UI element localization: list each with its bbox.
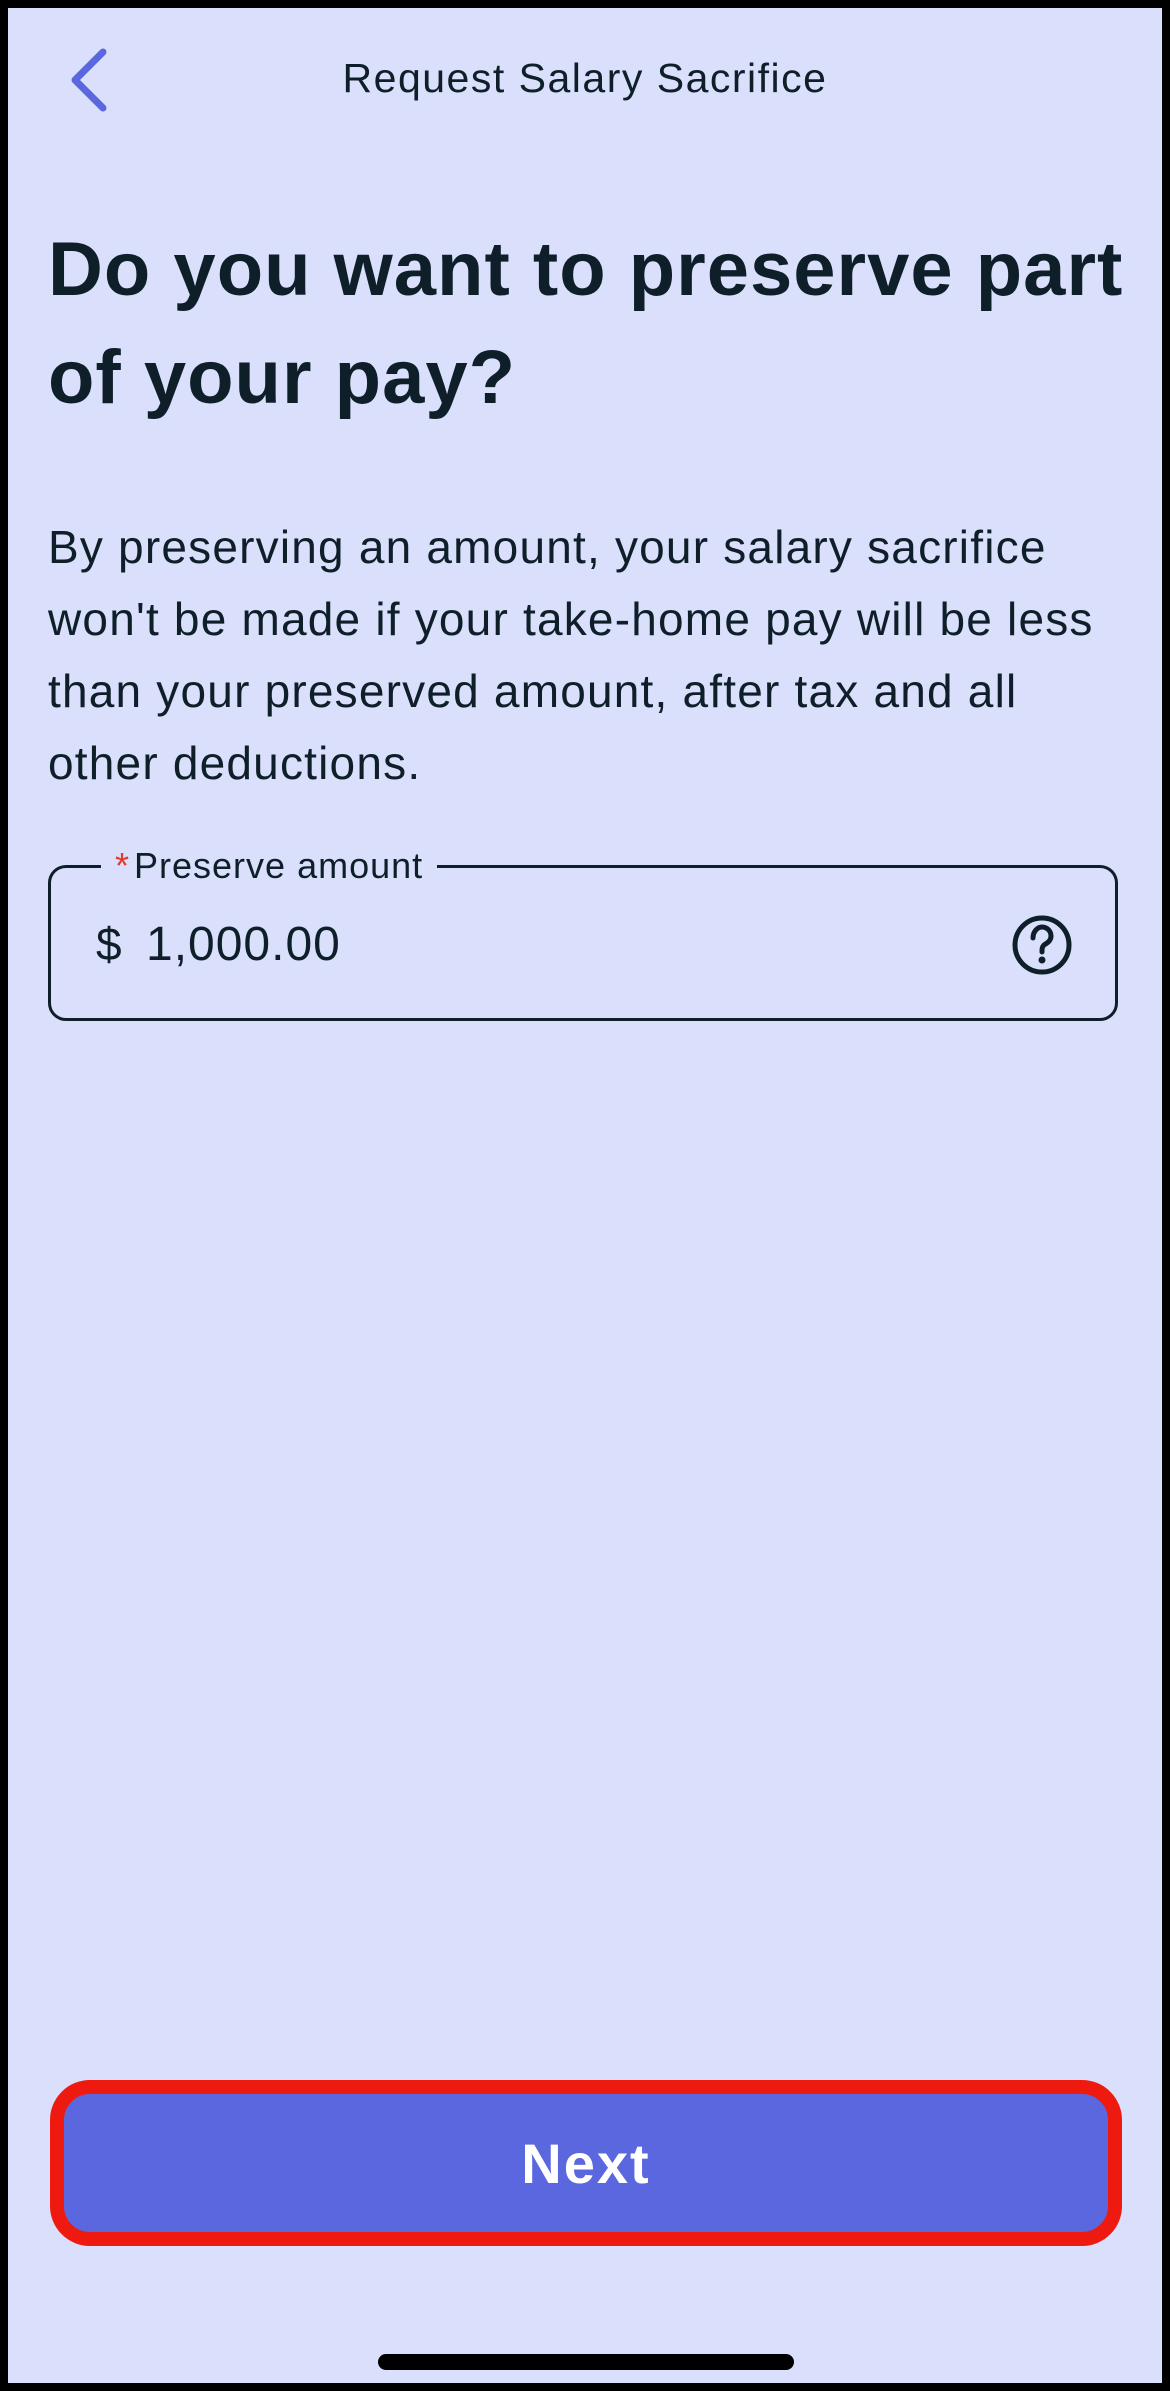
- home-indicator: [378, 2354, 794, 2370]
- next-button[interactable]: Next: [50, 2080, 1122, 2246]
- help-button[interactable]: [1011, 914, 1073, 976]
- preserve-amount-field[interactable]: * Preserve amount $: [48, 842, 1118, 1021]
- app-screen: Request Salary Sacrifice Do you want to …: [8, 8, 1162, 2383]
- preserve-amount-label-text: Preserve amount: [134, 845, 424, 886]
- currency-symbol: $: [96, 918, 122, 970]
- question-heading: Do you want to preserve part of your pay…: [48, 227, 1124, 420]
- preserve-amount-label: * Preserve amount: [101, 842, 438, 890]
- page-title: Request Salary Sacrifice: [342, 55, 828, 101]
- description-text: By preserving an amount, your salary sac…: [48, 521, 1094, 789]
- preserve-amount-input[interactable]: [146, 906, 946, 982]
- required-marker: *: [115, 845, 131, 886]
- question-circle-icon: [1012, 915, 1072, 975]
